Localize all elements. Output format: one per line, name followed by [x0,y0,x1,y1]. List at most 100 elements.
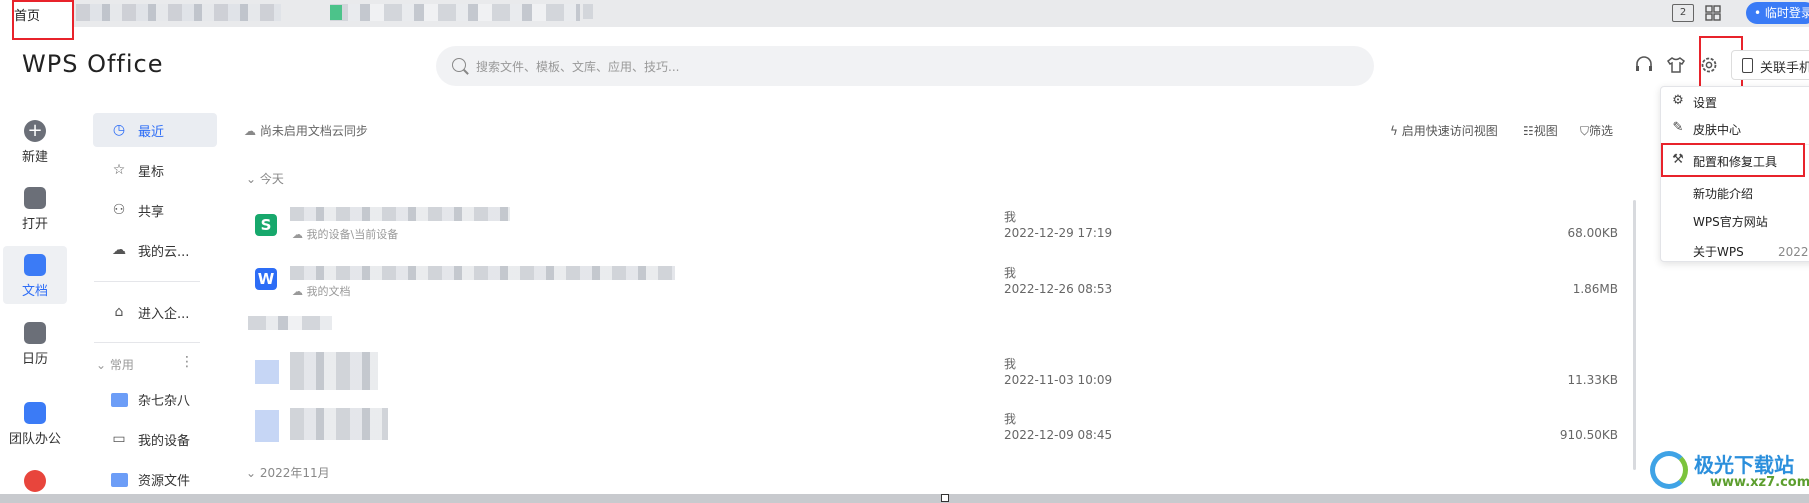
filter-button[interactable]: ⛉筛选 [1580,122,1613,139]
headset-icon[interactable] [1633,55,1655,77]
search-bar[interactable]: 搜索文件、模板、文库、应用、技巧... [436,46,1374,86]
about-year: 2022冬 [1778,245,1809,259]
list-view-icon: ☷ [1523,124,1534,138]
nav-folder-1[interactable]: 杂七杂八 [93,382,217,416]
nav-recent[interactable]: ◷ 最近 [93,113,217,147]
sync-label: 尚未启用文档云同步 [259,124,368,138]
blurred-file-name [290,207,510,221]
calendar-icon [24,322,46,344]
quick-access-button[interactable]: ϟ 启用快速访问视图 [1390,122,1498,139]
status-bar [0,494,1809,503]
menu-about[interactable]: 关于WPS 2022冬 [1661,236,1809,264]
file-location-text: 我的设备\当前设备 [306,228,399,241]
group-label: 今天 [259,172,284,186]
table-row[interactable]: W ☁ 我的文档 [240,262,1630,312]
nav-label: 最近 [138,125,165,140]
divider [94,281,200,282]
rail-calendar[interactable]: 日历 [0,322,70,382]
menu-label: 新功能介绍 [1693,187,1754,201]
menu-website[interactable]: WPS官方网站 [1661,206,1809,234]
nav-shared[interactable]: ⚇ 共享 [93,193,217,227]
grid-icon[interactable] [1704,4,1722,22]
cloud-icon: ☁ [244,124,260,138]
blurred-tab[interactable] [76,4,281,21]
nav-folder-2[interactable]: 资源文件 [93,462,217,496]
filter-label: 筛选 [1589,124,1614,138]
watermark-logo-icon [1650,451,1688,489]
scrollbar[interactable] [1633,200,1636,470]
menu-settings[interactable]: ⚙ 设置 [1661,87,1809,115]
file-size: 910.50KB [1559,428,1618,442]
search-input[interactable]: 搜索文件、模板、文库、应用、技巧... [476,58,679,75]
watermark-title: 极光下载站 [1694,453,1794,477]
cloud-icon: ☁ [292,285,307,298]
menu-label: WPS官方网站 [1693,215,1768,229]
rail-documents[interactable]: 文档 [3,246,67,304]
nav-label: 我的设备 [138,434,191,449]
lightning-icon: ϟ [1390,124,1402,138]
blurred-group-header [248,316,332,330]
section-common[interactable]: ⌄ 常用 [96,356,134,373]
file-date: 2022-12-09 08:45 [1004,428,1113,442]
site-watermark: 极光下载站 www.xz7.com [1650,447,1809,493]
skin-shirt-icon[interactable] [1665,55,1687,77]
section-label: 常用 [109,358,134,372]
nav-enterprise[interactable]: ⌂ 进入企... [93,295,217,329]
cloud-icon: ☁ [112,242,126,258]
table-row[interactable] [240,404,1630,454]
star-icon: ☆ [112,162,126,178]
nav-label: 我的云... [138,245,190,260]
group-nov-2022[interactable]: ⌄ 2022年11月 [246,464,330,481]
menu-skin-center[interactable]: ✎ 皮肤中心 [1661,114,1809,142]
brush-icon: ✎ [1672,120,1684,135]
device-icon: ▭ [112,431,126,447]
cloud-sync-notice[interactable]: ☁ 尚未启用文档云同步 [244,122,368,139]
link-phone-label: 关联手机 [1760,61,1809,76]
doc-tab-icon [330,5,342,20]
quick-access-label: 启用快速访问视图 [1401,124,1498,138]
menu-new-features[interactable]: 新功能介绍 [1661,178,1809,206]
window-layout-icon[interactable]: 2 [1672,4,1694,22]
more-icon[interactable]: ⋮ [180,354,194,370]
rail-team[interactable]: 团队办公 [0,402,70,462]
folder-icon [111,473,128,487]
blurred-file-icon [255,360,279,384]
resize-handle[interactable] [941,494,949,502]
rail-label: 日历 [21,352,48,367]
table-row[interactable] [240,348,1630,398]
view-button[interactable]: ☷视图 [1523,122,1558,139]
file-owner: 我 [1004,357,1017,371]
divider [94,342,200,343]
file-location: ☁ 我的文档 [292,283,351,299]
document-icon [24,254,46,276]
file-size: 68.00KB [1567,226,1618,240]
file-date: 2022-12-26 08:53 [1004,282,1113,296]
rail-open[interactable]: 打开 [0,187,70,247]
word-file-icon: W [255,268,277,290]
temp-login-button[interactable]: • 临时登录 [1746,2,1809,24]
blurred-tab[interactable] [330,4,580,21]
wps-logo: WPS Office [22,50,164,78]
blurred-file-name [290,266,675,280]
menu-label: 设置 [1693,96,1718,110]
file-size: 11.33KB [1567,373,1618,387]
clock-icon: ◷ [112,122,126,138]
app-icon-red[interactable] [24,470,46,492]
link-phone-button[interactable]: 关联手机 [1731,50,1809,80]
blurred-file-name [290,352,378,390]
blurred-tab[interactable] [583,4,593,19]
rail-new[interactable]: + 新建 [0,120,70,180]
blurred-file-name [290,408,388,440]
file-owner: 我 [1004,412,1017,426]
spreadsheet-file-icon: S [255,214,277,236]
table-row[interactable]: S ☁ 我的设备\当前设备 [240,204,1630,254]
highlight-box-home-tab [12,0,74,40]
nav-cloud[interactable]: ☁ 我的云... [93,233,217,267]
nav-starred[interactable]: ☆ 星标 [93,153,217,187]
nav-my-device[interactable]: ▭ 我的设备 [93,422,217,456]
view-label: 视图 [1533,124,1558,138]
phone-icon [1742,58,1753,73]
share-icon: ⚇ [112,202,126,218]
highlight-box-repair [1661,143,1805,177]
group-today[interactable]: ⌄ 今天 [246,170,284,187]
